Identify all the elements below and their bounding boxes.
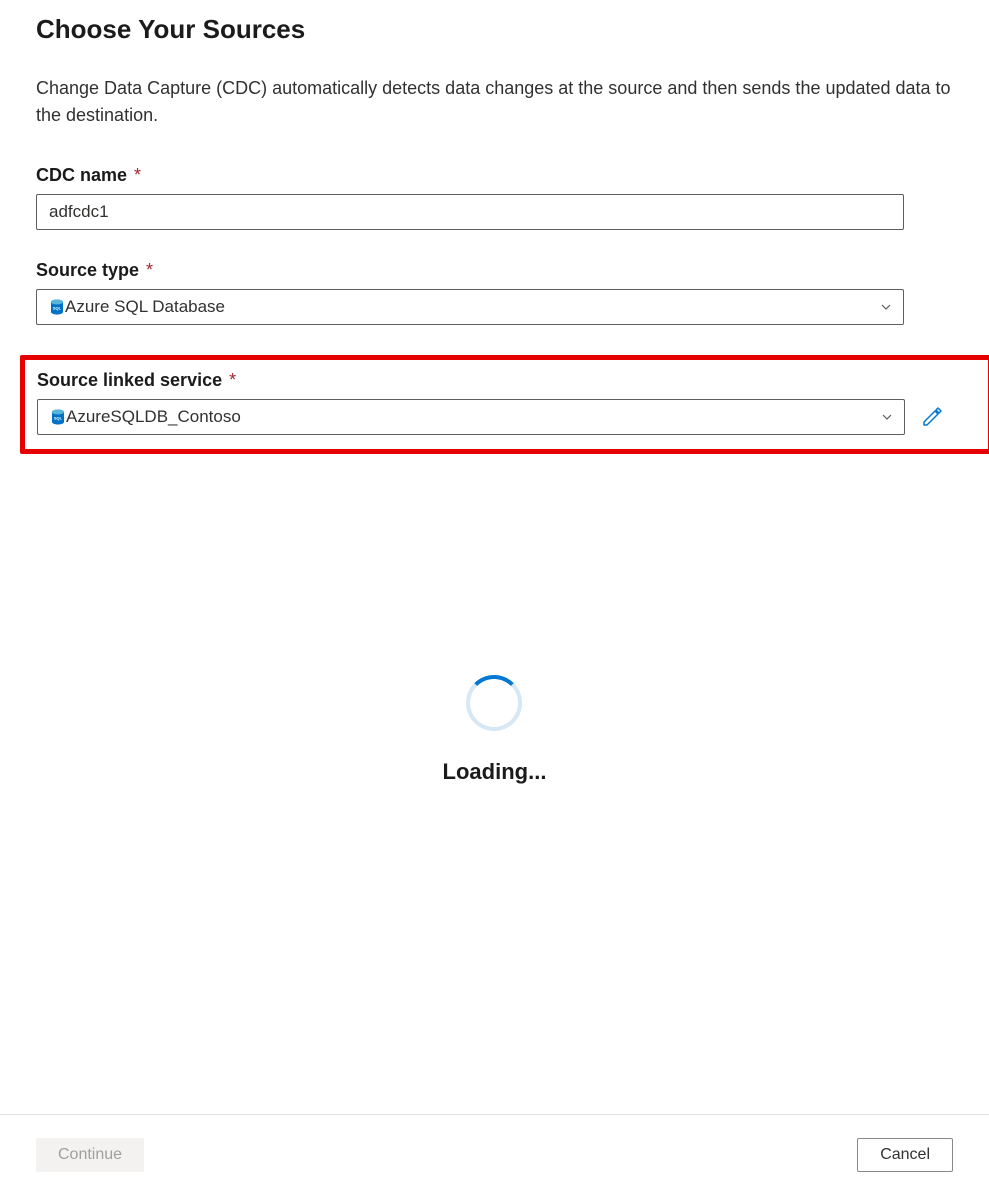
source-type-field-group: Source type * SQL Azure SQL Database — [36, 260, 953, 325]
cancel-button[interactable]: Cancel — [857, 1138, 953, 1172]
page-description: Change Data Capture (CDC) automatically … — [36, 75, 953, 129]
svg-text:SQL: SQL — [54, 416, 63, 421]
cdc-name-input[interactable] — [36, 194, 904, 230]
sql-database-icon: SQL — [49, 299, 65, 315]
sql-database-icon: SQL — [50, 409, 66, 425]
source-type-value: Azure SQL Database — [65, 297, 225, 317]
edit-linked-service-button[interactable] — [917, 402, 947, 432]
spinner-icon — [466, 675, 522, 731]
source-linked-service-value: AzureSQLDB_Contoso — [66, 407, 241, 427]
footer: Continue Cancel — [0, 1114, 989, 1194]
page-title: Choose Your Sources — [36, 14, 953, 45]
required-indicator: * — [129, 165, 141, 185]
required-indicator: * — [224, 370, 236, 390]
pencil-icon — [921, 406, 943, 428]
loading-section: Loading... — [443, 675, 547, 785]
cdc-name-label: CDC name * — [36, 165, 953, 186]
source-linked-service-label: Source linked service * — [37, 370, 972, 391]
source-linked-service-field-group: Source linked service * SQL AzureSQLDB_C… — [37, 370, 972, 435]
source-linked-service-highlight: Source linked service * SQL AzureSQLDB_C… — [20, 355, 989, 454]
loading-text: Loading... — [443, 759, 547, 785]
continue-button[interactable]: Continue — [36, 1138, 144, 1172]
source-type-select[interactable]: SQL Azure SQL Database — [36, 289, 904, 325]
source-linked-service-select[interactable]: SQL AzureSQLDB_Contoso — [37, 399, 905, 435]
svg-text:SQL: SQL — [53, 306, 62, 311]
source-type-label: Source type * — [36, 260, 953, 281]
required-indicator: * — [141, 260, 153, 280]
cdc-name-field-group: CDC name * — [36, 165, 953, 230]
